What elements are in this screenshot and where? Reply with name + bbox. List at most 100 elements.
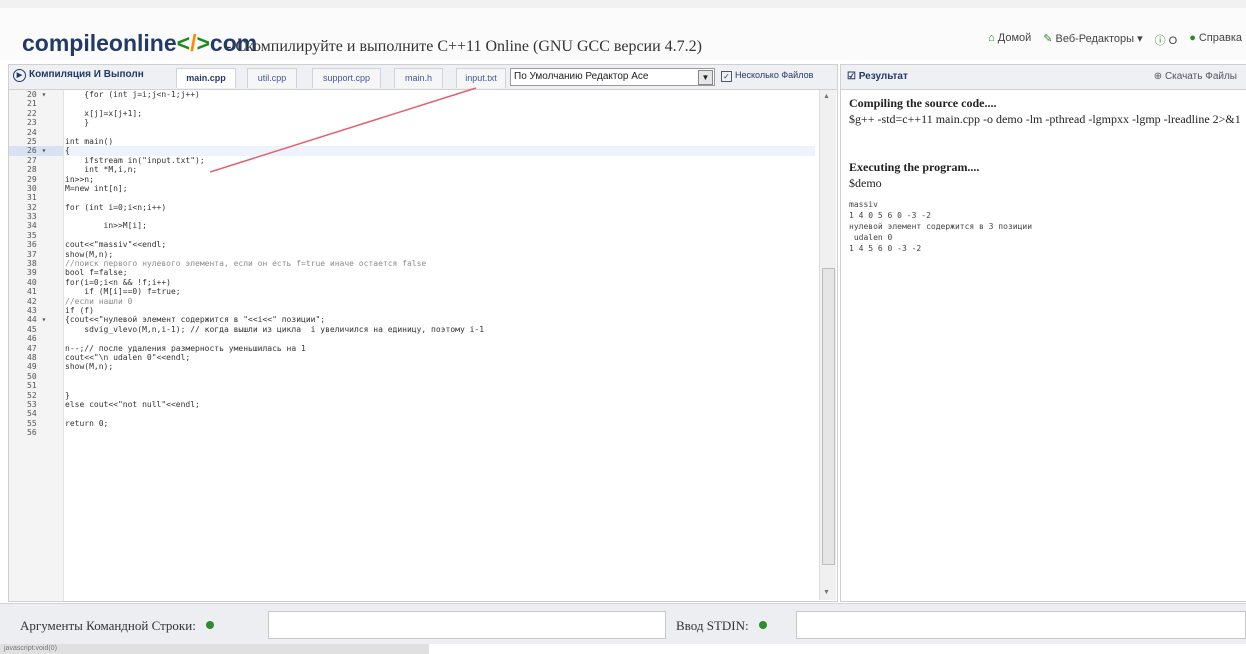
stdin-input[interactable] <box>796 611 1246 639</box>
line-number: 56 <box>27 428 37 438</box>
line-number: 42 <box>27 296 37 306</box>
code-line: M=new int[n]; <box>65 183 128 193</box>
browser-status-bar: javascript:void(0) <box>0 644 429 654</box>
tab-support-cpp[interactable]: support.cpp <box>312 68 381 88</box>
line-number: 51 <box>27 381 37 391</box>
line-number: 25 <box>27 136 37 146</box>
args-label-text: Аргументы Командной Строки: <box>20 618 196 633</box>
download-icon: ⊕ <box>1153 71 1165 82</box>
line-number: 36 <box>27 240 37 250</box>
editor-mode-value: По Умолчанию Редактор Ace <box>514 71 649 82</box>
tab-util-cpp[interactable]: util.cpp <box>247 68 297 88</box>
chevron-down-icon: ▼ <box>698 70 713 85</box>
command-line-args-input[interactable] <box>268 611 666 639</box>
page-subtitle: - Скомпилируйте и выполните C++11 Online… <box>226 38 702 55</box>
program-output: massiv 1 4 0 5 6 0 -3 -2 нулевой элемент… <box>849 200 1033 253</box>
line-number: 28 <box>27 165 37 175</box>
nav-help[interactable]: ● Справка <box>1189 32 1242 48</box>
code-line: for(i=0;i<n && !f;i++) <box>65 277 171 287</box>
line-number: 47 <box>27 343 37 353</box>
line-number-gutter: 20 ▾ 21 22 23 24 25 26 ▾ 27 28 29 30 31 32 33 34 35 36 37… <box>9 90 64 601</box>
nav-web-editors-label: Веб-Редакторы ▾ <box>1055 33 1143 45</box>
compile-heading: Compiling the source code.... <box>849 96 997 110</box>
line-number: 41 <box>27 287 37 297</box>
top-navigation: ⌂ Домой ✎ Веб-Редакторы ▾ ⓘ О ● Справка <box>988 32 1242 48</box>
logo-text-part1: compileonline <box>22 30 177 56</box>
line-number: 40 <box>27 277 37 287</box>
multiple-files-checkbox[interactable]: ✓ Несколько Файлов <box>721 70 813 82</box>
code-line: {cout<<"нулевой элемент содержится в "<<… <box>65 315 326 325</box>
nav-web-editors[interactable]: ✎ Веб-Редакторы ▾ <box>1043 32 1142 48</box>
stdin-label: Ввод STDIN: <box>676 618 767 634</box>
line-number: 38 <box>27 259 37 269</box>
line-number: 55 <box>27 418 37 428</box>
code-line: //поиск первого нулевого элемента, если … <box>65 259 427 269</box>
code-line: } <box>65 390 70 400</box>
line-number: 49 <box>27 362 37 372</box>
stdin-label-text: Ввод STDIN: <box>676 618 749 633</box>
code-line: return 0; <box>65 418 109 428</box>
result-pane: ☑ Результат ⊕ Скачать Файлы Compiling th… <box>840 64 1246 602</box>
multiple-files-label: Несколько Файлов <box>735 70 814 80</box>
line-number: 52 <box>27 390 37 400</box>
code-line: sdvig_vlevo(M,n,i-1); // когда вышли из … <box>65 324 485 334</box>
download-files-label: Скачать Файлы <box>1164 71 1237 82</box>
line-number: 54 <box>27 409 37 419</box>
code-line: show(M,n); <box>65 362 114 372</box>
line-number: 48 <box>27 352 37 362</box>
help-icon[interactable] <box>205 621 214 629</box>
nav-about[interactable]: ⓘ О <box>1155 32 1178 48</box>
line-number: 24 <box>27 127 37 137</box>
site-header: compileonline</>com - Скомпилируйте и вы… <box>0 8 1246 60</box>
scrollbar-thumb[interactable] <box>822 268 835 565</box>
tab-input-txt[interactable]: input.txt <box>456 68 506 88</box>
scroll-down-icon[interactable]: ▼ <box>823 588 830 596</box>
line-number: 26 ▾ <box>9 146 63 156</box>
line-number: 50 <box>27 371 37 381</box>
code-line: in>>M[i]; <box>65 221 147 231</box>
execute-heading: Executing the program.... <box>849 160 980 174</box>
help-icon[interactable] <box>758 621 767 629</box>
tab-main-h[interactable]: main.h <box>394 68 443 88</box>
nav-home[interactable]: ⌂ Домой <box>988 32 1031 48</box>
edit-icon: ☑ <box>847 71 859 82</box>
line-number: 43 <box>27 305 37 315</box>
logo-gt: > <box>196 30 210 56</box>
line-number: 27 <box>27 155 37 165</box>
result-title-text: Результат <box>858 71 908 82</box>
line-number: 53 <box>27 399 37 409</box>
code-line: n--;// после удаления размерность уменьш… <box>65 343 306 353</box>
code-line: else cout<<"not null"<<endl; <box>65 399 200 409</box>
checkbox-checked-icon: ✓ <box>721 71 732 82</box>
home-icon: ⌂ <box>988 32 995 44</box>
line-number: 32 <box>27 202 37 212</box>
result-toolbar: ☑ Результат ⊕ Скачать Файлы <box>841 65 1246 90</box>
line-number: 37 <box>27 249 37 259</box>
code-line: if (M[i]==0) f=true; <box>65 287 181 297</box>
line-number: 44 ▾ <box>27 315 47 325</box>
line-number: 22 <box>27 108 37 118</box>
compile-run-button[interactable]: ▶ Компиляция И Выполн <box>13 69 144 82</box>
line-number: 33 <box>27 212 37 222</box>
nav-home-label: Домой <box>997 32 1032 44</box>
editor-mode-select[interactable]: По Умолчанию Редактор Ace ▼ <box>510 68 715 86</box>
site-logo[interactable]: compileonline</>com <box>22 30 257 57</box>
editor-scrollbar[interactable]: ▲ ▼ <box>819 90 836 600</box>
tab-main-cpp[interactable]: main.cpp <box>176 68 236 88</box>
scroll-up-icon[interactable]: ▲ <box>823 92 830 100</box>
play-icon: ▶ <box>13 69 26 82</box>
result-title: ☑ Результат <box>847 71 908 82</box>
code-line: cout<<"massiv"<<endl; <box>65 240 167 250</box>
compile-run-label: Компиляция И Выполн <box>29 69 144 80</box>
download-files-button[interactable]: ⊕ Скачать Файлы <box>1154 71 1237 82</box>
args-label: Аргументы Командной Строки: <box>20 618 214 634</box>
line-number: 29 <box>27 174 37 184</box>
code-line: for (int i=0;i<n;i++) <box>65 202 167 212</box>
